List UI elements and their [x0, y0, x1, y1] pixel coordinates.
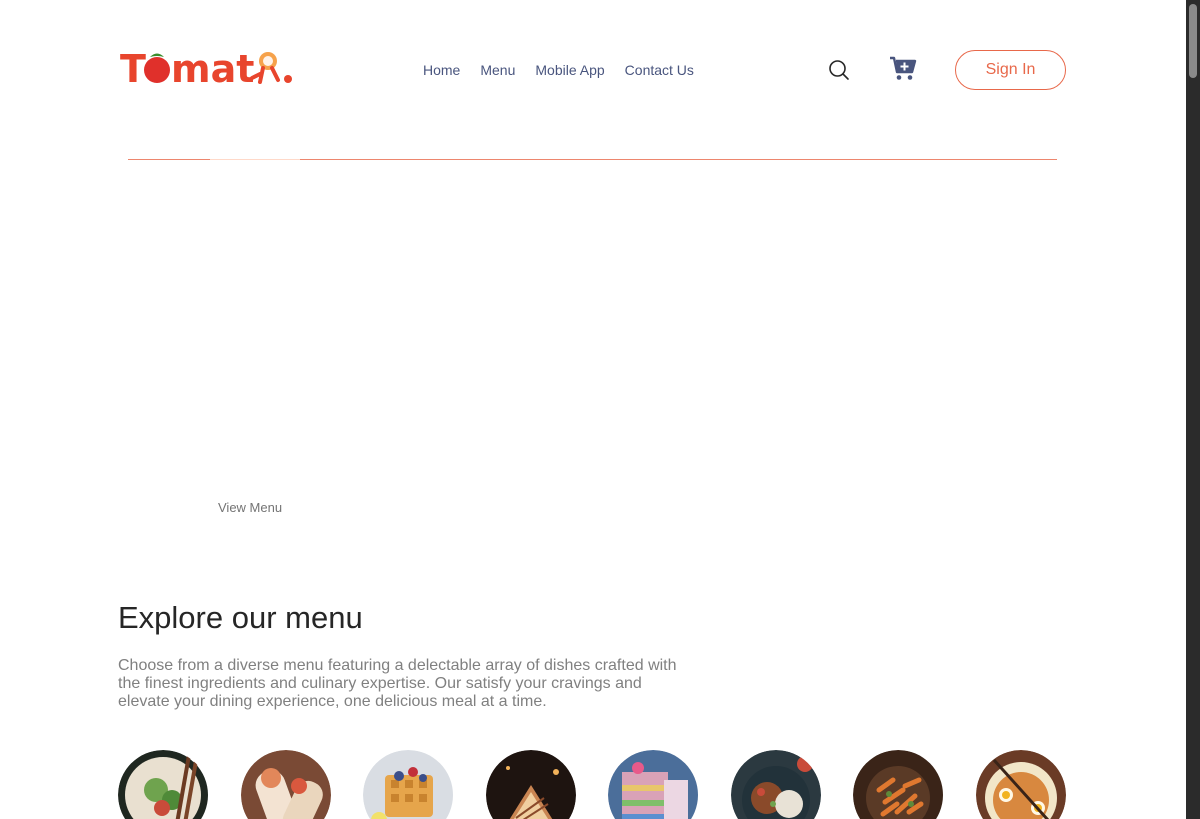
scrollbar[interactable] — [1186, 0, 1200, 819]
nav-link-home[interactable]: Home — [423, 62, 460, 78]
nav-links: Home Menu Mobile App Contact Us — [423, 62, 694, 78]
menu-category-list — [118, 750, 1066, 819]
menu-item-deserts[interactable] — [363, 750, 454, 819]
tomato-logo-icon: T mat — [120, 47, 292, 91]
cake-icon — [608, 750, 698, 819]
menu-item-pure-veg[interactable] — [730, 750, 822, 819]
noodles-icon — [975, 750, 1066, 819]
navbar: T mat Home Menu Mobile App Contact Us Si… — [0, 0, 1186, 140]
pure-veg-icon — [730, 750, 821, 819]
rolls-icon — [240, 750, 331, 819]
menu-item-noodles[interactable] — [975, 750, 1067, 819]
view-menu-button[interactable]: View Menu — [218, 500, 282, 515]
deserts-icon — [363, 750, 453, 819]
menu-item-sandwich[interactable] — [485, 750, 577, 819]
cart-icon[interactable] — [889, 56, 917, 82]
explore-menu-description: Choose from a diverse menu featuring a d… — [118, 657, 677, 710]
nav-link-contact-us[interactable]: Contact Us — [625, 62, 694, 78]
svg-text:mat: mat — [171, 47, 254, 91]
explore-menu-title: Explore our menu — [118, 600, 363, 635]
scrollbar-thumb[interactable] — [1189, 4, 1197, 78]
search-icon[interactable] — [827, 58, 851, 82]
nav-link-mobile-app[interactable]: Mobile App — [535, 62, 604, 78]
pasta-icon — [853, 750, 943, 819]
nav-link-menu[interactable]: Menu — [480, 62, 515, 78]
sandwich-icon — [485, 750, 576, 819]
menu-item-pasta[interactable] — [853, 750, 944, 819]
header-divider-highlight — [210, 159, 300, 160]
logo[interactable]: T mat — [120, 44, 300, 92]
menu-item-rolls[interactable] — [240, 750, 332, 819]
svg-text:T: T — [120, 47, 146, 91]
menu-item-cake[interactable] — [608, 750, 699, 819]
menu-item-salad[interactable] — [118, 750, 209, 819]
page: T mat Home Menu Mobile App Contact Us Si… — [0, 0, 1186, 819]
salad-icon — [118, 750, 208, 819]
sign-in-button[interactable]: Sign In — [955, 50, 1066, 90]
